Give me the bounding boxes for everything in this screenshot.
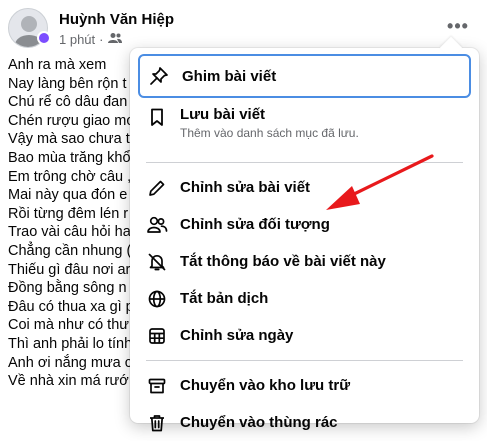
bell-off-icon (146, 251, 168, 273)
menu-item-pin-post[interactable]: Ghim bài viết (138, 54, 471, 98)
post-line: Trao vài câu hỏi ha (8, 224, 131, 241)
author-name[interactable]: Huỳnh Văn Hiệp (59, 11, 174, 28)
menu-item-label: Chuyển vào kho lưu trữ (180, 377, 351, 394)
post-line: Em trông chờ câu , (8, 168, 132, 185)
post-line: Đâu có thua xa gì p (8, 298, 134, 315)
post-line: Đồng bằng sông n (8, 280, 127, 297)
post-body: Anh ra mà xem Nay làng bên rộn t Chú rể … (8, 56, 138, 391)
calendar-icon (146, 325, 168, 347)
post-options-menu: Ghim bài viết Lưu bài viết Thêm vào danh… (130, 36, 479, 431)
post-line: Vậy mà sao chưa t (8, 131, 130, 148)
post-line: Chú rể cô dâu đan (8, 94, 128, 111)
archive-icon (146, 375, 168, 397)
post-line: Anh ơi nắng mưa c (8, 354, 133, 371)
menu-item-label: Ghim bài viết (182, 67, 277, 85)
post-line: Thiếu gì đâu nơi ar (8, 261, 131, 278)
globe-icon (146, 288, 168, 310)
post-line: Về nhà xin má rướ (8, 373, 129, 390)
menu-item-turn-off-translation[interactable]: Tắt bản dịch (138, 280, 471, 317)
menu-item-save-post[interactable]: Lưu bài viết Thêm vào danh sách mục đã l… (138, 98, 471, 156)
post-meta: 1 phút · (59, 32, 122, 47)
meta-dot: · (99, 32, 104, 47)
menu-item-description: Thêm vào danh sách mục đã lưu. (180, 126, 359, 140)
menu-item-label: Tắt bản dịch (180, 290, 269, 307)
menu-item-label: Chỉnh sửa bài viết (180, 179, 311, 196)
post-line: Mai này qua đón e (8, 187, 128, 204)
post-line: Nay làng bên rộn t (8, 75, 127, 92)
people-icon (146, 214, 168, 236)
post-line: Coi mà như có thư (8, 317, 129, 334)
post-time[interactable]: 1 phút (59, 32, 95, 47)
post-line: Thì anh phải lo tính (8, 335, 133, 352)
menu-item-move-to-archive[interactable]: Chuyển vào kho lưu trữ (138, 367, 471, 404)
menu-item-label: Chỉnh sửa đối tượng (180, 216, 330, 233)
menu-divider (146, 360, 463, 361)
bookmark-icon (146, 106, 168, 128)
menu-item-edit-date[interactable]: Chỉnh sửa ngày (138, 317, 471, 354)
post-line: Anh ra mà xem (8, 57, 107, 73)
menu-item-label: Chỉnh sửa ngày (180, 327, 294, 344)
menu-item-turn-off-notifications[interactable]: Tắt thông báo về bài viết này (138, 243, 471, 280)
pencil-icon (146, 177, 168, 199)
menu-item-label: Tắt thông báo về bài viết này (180, 253, 386, 270)
post-line: Chén rượu giao mo (8, 112, 135, 129)
more-options-button[interactable]: ••• (444, 14, 472, 38)
audience-friends-icon[interactable] (107, 32, 122, 47)
annotation-arrow (326, 154, 434, 210)
post-line: Bao mùa trăng khổ (8, 149, 131, 166)
post-line: Rồi từng đêm lén r (8, 205, 129, 222)
post-line: Chẳng cần nhung ( (8, 242, 132, 259)
avatar-badge (37, 31, 51, 45)
menu-item-label: Lưu bài viết (180, 106, 266, 123)
pin-icon (148, 65, 170, 87)
